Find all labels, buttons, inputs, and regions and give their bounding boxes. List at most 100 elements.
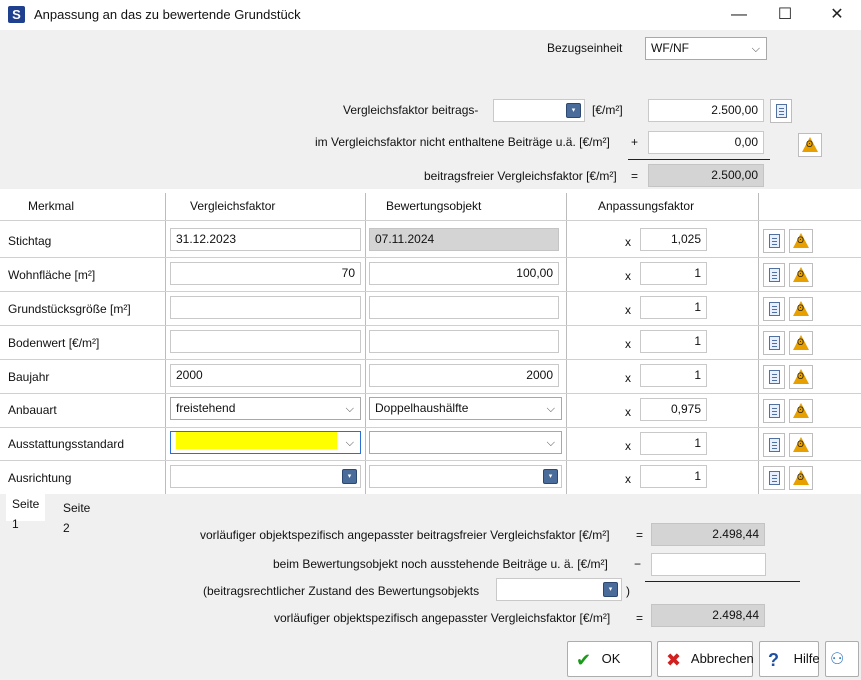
column-header-anpassungsfaktor: Anpassungsfaktor bbox=[598, 199, 695, 213]
vf-label: Vergleichsfaktor beitrags- bbox=[343, 103, 479, 117]
anbauart-vf-select[interactable]: freistehend ⌵ bbox=[170, 397, 361, 420]
wohnflaeche-af-field[interactable]: 1 bbox=[640, 262, 707, 285]
support-button[interactable]: ⚇ bbox=[825, 641, 859, 677]
ausrichtung-document-button[interactable] bbox=[763, 466, 785, 490]
row-divider bbox=[0, 220, 861, 221]
window-title: Anpassung an das zu bewertende Grundstüc… bbox=[34, 7, 301, 22]
calculator-icon bbox=[802, 137, 818, 152]
help-question-icon: ? bbox=[768, 649, 779, 670]
baujahr-calculator-button[interactable] bbox=[789, 365, 813, 389]
cancel-x-icon: ✖ bbox=[666, 649, 682, 670]
bodenwert-bo-field[interactable] bbox=[369, 330, 559, 353]
times-sign: x bbox=[625, 303, 631, 317]
baujahr-bo-field[interactable]: 2000 bbox=[369, 364, 559, 387]
grundstuecksgroesse-bo-field[interactable] bbox=[369, 296, 559, 319]
bodenwert-vf-field[interactable] bbox=[170, 330, 361, 353]
document-icon bbox=[769, 438, 780, 452]
times-sign: x bbox=[625, 472, 631, 486]
grundstuecksgroesse-vf-field[interactable] bbox=[170, 296, 361, 319]
wohnflaeche-bo-field[interactable]: 100,00 bbox=[369, 262, 559, 285]
times-sign: x bbox=[625, 235, 631, 249]
chevron-down-icon: ⌵ bbox=[345, 437, 354, 449]
tab-seite-1[interactable]: Seite 1 bbox=[6, 494, 46, 531]
anbauart-af-field[interactable]: 0,975 bbox=[640, 398, 707, 421]
sum-divider bbox=[645, 581, 800, 582]
row-divider bbox=[0, 427, 861, 428]
ausrichtung-af-field[interactable]: 1 bbox=[640, 465, 707, 488]
help-button[interactable]: ? Hilfe bbox=[759, 641, 820, 677]
row-divider bbox=[0, 460, 861, 461]
picker-icon: ▾ bbox=[543, 469, 558, 484]
tab-seite-2[interactable]: Seite 2 bbox=[57, 498, 96, 535]
calculator-icon bbox=[793, 301, 809, 316]
maximize-button[interactable]: ☐ bbox=[762, 0, 808, 30]
row-label-baujahr: Baujahr bbox=[8, 370, 50, 384]
ausstattungsstandard-af-field[interactable]: 1 bbox=[640, 432, 707, 455]
minimize-button[interactable]: — bbox=[716, 0, 762, 30]
row-divider bbox=[0, 257, 861, 258]
anbauart-document-button[interactable] bbox=[763, 399, 785, 423]
stichtag-vf-field[interactable]: 31.12.2023 bbox=[170, 228, 361, 251]
bodenwert-af-field[interactable]: 1 bbox=[640, 330, 707, 353]
vf-type-picker[interactable]: ▾ bbox=[493, 99, 585, 122]
pending-label: beim Bewertungsobjekt noch ausstehende B… bbox=[273, 557, 608, 571]
ok-button[interactable]: ✔ OK bbox=[567, 641, 652, 677]
ausrichtung-vf-picker[interactable]: ▾ bbox=[170, 465, 361, 488]
ausrichtung-calculator-button[interactable] bbox=[789, 466, 813, 490]
bezugseinheit-select[interactable]: WF/NF ⌵ bbox=[645, 37, 767, 60]
state-picker[interactable]: ▾ bbox=[496, 578, 622, 601]
anbauart-calculator-button[interactable] bbox=[789, 399, 813, 423]
wohnflaeche-document-button[interactable] bbox=[763, 263, 785, 287]
row-divider bbox=[0, 393, 861, 394]
prelim-free-label: vorläufiger objektspezifisch angepasster… bbox=[200, 528, 610, 542]
ausstattungsstandard-document-button[interactable] bbox=[763, 433, 785, 457]
row-label-bodenwert: Bodenwert [€/m²] bbox=[8, 336, 100, 350]
cancel-button[interactable]: ✖ Abbrechen bbox=[657, 641, 754, 677]
sum-divider bbox=[628, 159, 770, 160]
pending-value-field[interactable] bbox=[651, 553, 766, 576]
grundstuecksgroesse-af-field[interactable]: 1 bbox=[640, 296, 707, 319]
prelim-label: vorläufiger objektspezifisch angepasster… bbox=[274, 611, 611, 625]
vf-value-field[interactable]: 2.500,00 bbox=[648, 99, 764, 122]
stichtag-document-button[interactable] bbox=[763, 229, 785, 253]
bezugseinheit-value: WF/NF bbox=[651, 41, 689, 55]
chevron-down-icon: ⌵ bbox=[751, 43, 760, 55]
wohnflaeche-vf-field[interactable]: 70 bbox=[170, 262, 361, 285]
ausstattungsstandard-calculator-button[interactable] bbox=[789, 433, 813, 457]
row-divider bbox=[0, 291, 861, 292]
ausstattungsstandard-vf-select[interactable]: ⌵ bbox=[170, 431, 361, 454]
grundstuecksgroesse-document-button[interactable] bbox=[763, 297, 785, 321]
stichtag-calculator-button[interactable] bbox=[789, 229, 813, 253]
equals-sign: = bbox=[636, 611, 644, 625]
merkmal-table: Merkmal Vergleichsfaktor Bewertungsobjek… bbox=[0, 189, 861, 494]
ausrichtung-bo-picker[interactable]: ▾ bbox=[369, 465, 562, 488]
document-icon bbox=[776, 104, 787, 118]
column-divider bbox=[758, 193, 759, 494]
ausstattungsstandard-bo-select[interactable]: ⌵ bbox=[369, 431, 562, 454]
anbauart-bo-select[interactable]: Doppelhaushälfte ⌵ bbox=[369, 397, 562, 420]
column-divider bbox=[365, 193, 366, 494]
bezugseinheit-label: Bezugseinheit bbox=[547, 41, 623, 55]
bodenwert-calculator-button[interactable] bbox=[789, 331, 813, 355]
calculator-button[interactable] bbox=[798, 133, 822, 157]
wohnflaeche-calculator-button[interactable] bbox=[789, 263, 813, 287]
times-sign: x bbox=[625, 405, 631, 419]
close-button[interactable]: ✕ bbox=[814, 0, 860, 30]
vf-document-button[interactable] bbox=[770, 99, 792, 123]
help-label: Hilfe bbox=[793, 651, 820, 666]
not-included-value-field[interactable]: 0,00 bbox=[648, 131, 764, 154]
baujahr-vf-field[interactable]: 2000 bbox=[170, 364, 361, 387]
calculator-icon bbox=[793, 335, 809, 350]
baujahr-af-field[interactable]: 1 bbox=[640, 364, 707, 387]
stichtag-af-field[interactable]: 1,025 bbox=[640, 228, 707, 251]
calculator-icon bbox=[793, 403, 809, 418]
row-label-stichtag: Stichtag bbox=[8, 234, 52, 248]
plus-sign: + bbox=[631, 135, 639, 149]
grundstuecksgroesse-calculator-button[interactable] bbox=[789, 297, 813, 321]
document-icon bbox=[769, 234, 780, 248]
bodenwert-document-button[interactable] bbox=[763, 331, 785, 355]
column-header-bewertungsobjekt: Bewertungsobjekt bbox=[386, 199, 482, 213]
baujahr-document-button[interactable] bbox=[763, 365, 785, 389]
prelim-free-value: 2.498,44 bbox=[651, 523, 765, 546]
state-close-paren: ) bbox=[626, 584, 630, 598]
